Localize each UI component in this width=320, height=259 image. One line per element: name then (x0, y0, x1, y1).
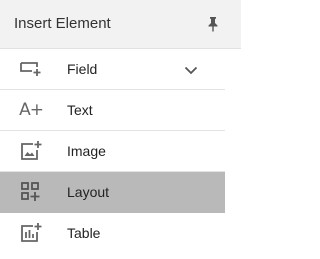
field-icon (18, 57, 44, 81)
panel-header: Insert Element (0, 0, 241, 49)
table-icon (18, 221, 44, 245)
text-icon: A+ (19, 100, 44, 120)
menu-item-image[interactable]: Image (0, 131, 225, 172)
image-icon (18, 139, 44, 163)
menu-item-field[interactable]: Field (0, 49, 225, 90)
pin-button[interactable] (203, 14, 223, 34)
menu-item-label: Table (67, 225, 101, 241)
layout-icon (18, 180, 44, 204)
menu-item-label: Layout (67, 184, 110, 200)
chevron-down-icon[interactable] (181, 60, 201, 80)
menu-item-text[interactable]: A+ Text (0, 90, 225, 131)
insert-element-panel: Insert Element Field A+ Text Image Layou… (0, 0, 241, 259)
menu-item-table[interactable]: Table (0, 213, 225, 254)
panel-title: Insert Element (14, 15, 111, 32)
menu-item-layout[interactable]: Layout (0, 172, 225, 213)
menu-item-label: Field (67, 61, 98, 77)
pin-icon (208, 17, 218, 32)
menu-item-label: Text (67, 102, 93, 118)
menu-item-label: Image (67, 143, 106, 159)
element-menu-list: Field A+ Text Image Layout Table (0, 49, 225, 254)
